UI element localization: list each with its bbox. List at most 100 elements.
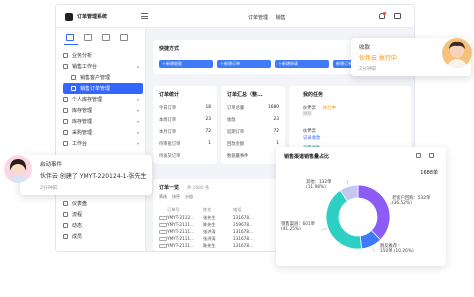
screen-icon[interactable] — [394, 13, 401, 19]
order-summary-title: 订单汇总（整... — [227, 92, 263, 98]
donut-slice-0[interactable] — [357, 184, 391, 241]
sort-button[interactable]: 排序 — [172, 194, 180, 200]
sidebar-item[interactable]: 个人库存管理 ▾ — [63, 94, 143, 105]
sidebar-item[interactable]: 成员 — [63, 231, 143, 242]
notification-time: 2分钟前 — [359, 67, 377, 72]
slice-label: 朋友推荐： 150单 (10.26%) — [380, 244, 414, 255]
task-who: 伙伴云 — [303, 129, 316, 134]
notification-title: 启动事件 — [40, 162, 63, 168]
top-nav[interactable]: 订单管理 销售 — [248, 14, 286, 21]
quick-button[interactable]: ＋ 新增申请 — [275, 60, 329, 68]
top-nav-selected[interactable]: 销售 — [276, 15, 286, 21]
quick-actions-card: 快捷方式 ＋ 新增收款 ＋ 新增订单 ＋ 新增申请 新增订单 — [153, 40, 355, 74]
notification-time: 2分钟前 — [40, 186, 58, 191]
folder-icon — [63, 130, 68, 135]
chart-icon — [63, 53, 68, 58]
slice-label: 老客户回购：532单 (36.52%) — [392, 196, 431, 207]
quick-button[interactable]: ＋ 新增收款 — [159, 60, 213, 68]
slice-label: 其他：132单 (11.98%) — [306, 180, 332, 191]
sidebar-tabs — [66, 34, 128, 41]
stat-row: 待发货订单 — [159, 154, 181, 159]
task-status[interactable]: 执行中 — [323, 105, 336, 111]
sidebar-item-active[interactable]: 销售订单管理 — [63, 83, 143, 94]
row-checkbox[interactable] — [159, 229, 167, 234]
notification-dot — [383, 12, 386, 15]
flow-icon — [63, 212, 68, 217]
chevron-down-icon: ▾ — [136, 97, 139, 102]
folder-icon — [63, 64, 68, 69]
channel-chart-card: 销售渠道销售量占比 1688单 老客户回购：532单 (36.52%) 朋友推荐：… — [276, 147, 446, 266]
sidebar-item[interactable]: 库存管理 ▾ — [63, 105, 143, 116]
order-stats-title: 订单统计 — [159, 92, 180, 98]
chevron-down-icon: ▾ — [136, 141, 139, 146]
stat-row: 本月订单 72 — [159, 129, 211, 135]
avatar — [4, 155, 32, 183]
order-list-count: 共 1680 条 — [187, 186, 210, 191]
folder-icon — [63, 97, 68, 102]
sidebar-item[interactable]: 销售工作台 ▴ — [63, 61, 143, 72]
home-icon[interactable] — [66, 34, 74, 41]
chevron-up-icon: ▴ — [136, 64, 139, 69]
quick-button[interactable]: 新增订单 — [333, 60, 353, 68]
sidebar-nav: 业务分析 销售工作台 ▴ 销售客户管理 销售订单管理 个人库存管理 ▾ 库存管理 ▾ … — [63, 50, 143, 149]
donut-slice-2[interactable] — [325, 189, 363, 250]
row-checkbox[interactable] — [159, 215, 167, 220]
chevron-down-icon: ▾ — [136, 130, 139, 135]
order-stats-card: 订单统计 今日订单 18 本周订单 23 本月订单 72 待审批订单 1 待发货订单 — [153, 86, 217, 164]
slice-label: 销售渠道：601单 (41.25%) — [281, 222, 315, 233]
summary-row: 收款 23 — [227, 117, 279, 123]
tab-indicator — [64, 44, 78, 45]
my-tasks-title: 我的任务 — [303, 92, 324, 98]
quick-button[interactable]: ＋ 新增订单 — [217, 60, 271, 68]
quick-actions-title: 快捷方式 — [159, 46, 180, 52]
stat-row: 本周订单 23 — [159, 117, 211, 123]
group-button[interactable]: 分组 — [185, 194, 193, 200]
filter-button[interactable]: 筛选 — [159, 194, 167, 200]
notification-body: 伙伴云 创建了 YMYT-220124-1-张先生 — [40, 173, 147, 180]
folder-icon — [63, 141, 68, 146]
avatar — [442, 38, 472, 68]
leader-line-2 — [321, 228, 328, 231]
notification-card-left[interactable]: 启动事件 伙伴云 创建了 YMYT-220124-1-张先生 2分钟前 — [20, 155, 152, 195]
folder-icon — [63, 119, 68, 124]
leader-line-1 — [372, 246, 376, 253]
summary-row: 回款金额 1 — [227, 141, 279, 147]
task-status[interactable]: 记录收款 — [303, 135, 320, 141]
sidebar-item[interactable]: 业务分析 — [63, 50, 143, 61]
order-icon — [71, 86, 76, 91]
history-icon[interactable] — [102, 34, 110, 41]
leader-line-3 — [346, 179, 349, 186]
row-checkbox[interactable] — [159, 222, 167, 227]
top-bar: 订单管理系统 订单管理 销售 — [56, 5, 414, 28]
settings-icon[interactable] — [120, 34, 128, 41]
task-time: 刚刚 — [303, 112, 312, 117]
summary-row: 数据量事件 — [227, 154, 249, 159]
notification-body: 伙伴云 执行中 — [359, 55, 397, 62]
sidebar-item[interactable]: 工作台 ▾ — [63, 138, 143, 149]
notification-title: 收款 — [359, 45, 371, 51]
sidebar-item[interactable]: 动态 — [63, 220, 143, 231]
sidebar-item[interactable]: 销售客户管理 — [63, 72, 143, 83]
activity-icon — [63, 223, 68, 228]
apps-icon[interactable] — [84, 34, 92, 41]
sidebar: 业务分析 销售工作台 ▴ 销售客户管理 销售订单管理 个人库存管理 ▾ 库存管理 ▾ … — [56, 28, 146, 251]
members-icon — [63, 234, 68, 239]
row-checkbox[interactable] — [159, 236, 167, 241]
summary-row: 订单总量 1680 — [227, 105, 279, 111]
order-list-title: 订单一览 — [159, 185, 180, 191]
dashboard-icon — [63, 201, 68, 206]
order-list-toolbar: 筛选 排序 分组 — [159, 194, 193, 200]
menu-icon[interactable] — [141, 13, 148, 19]
top-nav-label[interactable]: 订单管理 — [248, 15, 268, 21]
customer-icon — [71, 75, 76, 80]
app-title: 订单管理系统 — [77, 14, 108, 20]
sidebar-item[interactable]: 库存管理 ▾ — [63, 116, 143, 127]
sidebar-item[interactable]: 采购管理 ▾ — [63, 127, 143, 138]
folder-icon — [63, 108, 68, 113]
sidebar-item[interactable]: 仪表盘 — [63, 198, 143, 209]
stat-row: 待审批订单 1 — [159, 141, 211, 147]
row-checkbox[interactable] — [159, 243, 167, 248]
chevron-down-icon: ▾ — [136, 119, 139, 124]
summary-row: 延期订单 72 — [227, 129, 279, 135]
sidebar-item[interactable]: 流程 — [63, 209, 143, 220]
